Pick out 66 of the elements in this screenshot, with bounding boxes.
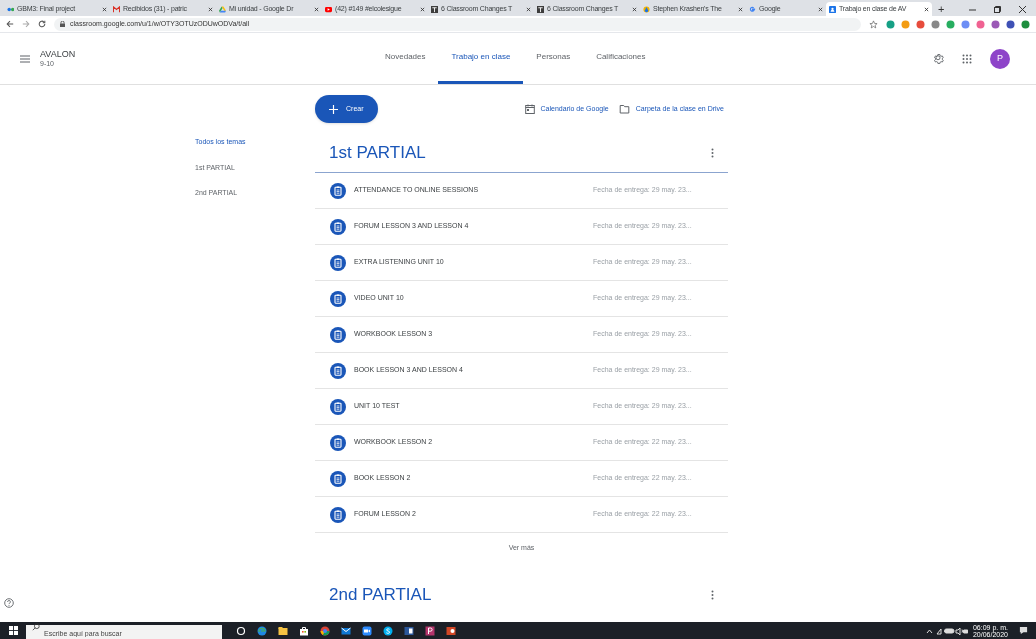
plus-icon [329,104,338,114]
close-icon[interactable] [526,6,531,12]
assignment-icon [330,470,346,487]
folder-icon[interactable] [278,625,288,636]
letter-p-icon[interactable] [425,625,435,636]
assignment-icon [330,398,346,415]
assignment-icon [330,182,346,199]
assignment-icon [330,434,346,451]
cortana-icon[interactable] [236,625,246,636]
settings-icon[interactable] [932,52,944,65]
restore-icon[interactable] [994,5,1001,13]
nav-tab[interactable]: Trabajo en clase [438,33,524,84]
section-title: 2nd PARTIAL [329,583,432,606]
document-icon[interactable] [404,625,414,636]
letter-t-icon [537,5,544,13]
apps-grid-icon[interactable] [962,53,972,64]
triangle-icon [219,5,226,13]
more-options-icon[interactable] [711,147,714,158]
close-icon[interactable] [208,6,213,12]
section-title: 1st PARTIAL [329,141,426,164]
assignment-icon [330,290,346,307]
video-camera-icon[interactable] [362,625,372,636]
close-icon[interactable] [314,6,319,12]
letter-s-icon[interactable] [383,625,393,636]
chrome-icon[interactable] [320,625,330,636]
close-icon[interactable] [102,6,107,12]
notification-icon[interactable] [1019,626,1028,635]
help-icon[interactable] [4,598,14,608]
class-name[interactable]: AVALON [40,48,76,60]
close-icon[interactable] [1019,5,1026,13]
drop-icon [643,5,650,13]
assignment-icon [330,506,346,523]
google-g-icon [749,5,756,13]
store-icon[interactable] [299,625,309,636]
nav-tab[interactable]: Personas [523,33,584,84]
presentation-icon[interactable] [446,625,456,636]
assignment-icon [330,254,346,271]
assignment-icon [330,362,346,379]
mail-icon[interactable] [341,625,351,636]
nav-tab[interactable]: Novedades [372,33,439,84]
folder-icon [618,104,630,114]
play-icon [325,5,332,13]
more-options-icon[interactable] [711,589,714,600]
windows-start-icon[interactable] [9,626,18,635]
close-icon[interactable] [818,6,823,12]
star-icon[interactable] [869,19,878,29]
search-icon [32,623,40,631]
browser-icon[interactable] [257,625,267,636]
calendar-icon [524,104,535,114]
assignment-icon [330,326,346,343]
account-avatar[interactable]: P [990,48,1010,69]
letter-t-icon [431,5,438,13]
dots-icon [7,5,14,13]
person-icon [829,5,836,13]
assignment-icon [330,218,346,235]
close-icon[interactable] [738,6,743,12]
tray-icons-drawing[interactable] [925,626,968,635]
new-tab-button[interactable]: + [938,2,945,16]
mail-icon [113,5,120,13]
close-icon[interactable] [632,6,637,12]
reload-icon[interactable] [38,20,46,28]
back-icon[interactable] [6,20,14,28]
close-icon[interactable] [420,6,425,12]
lock-icon [60,21,65,27]
close-icon[interactable] [924,6,929,12]
nav-tab[interactable]: Calificaciones [583,33,659,84]
